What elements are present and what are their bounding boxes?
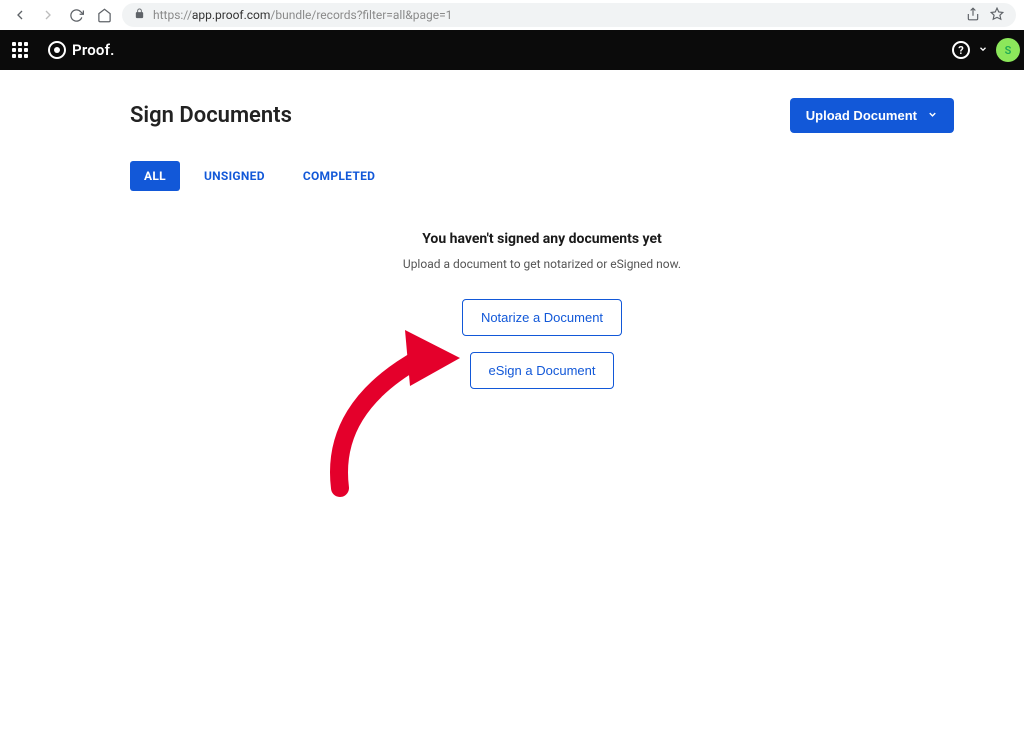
brand-logo[interactable]: Proof. bbox=[48, 41, 115, 59]
nav-buttons bbox=[8, 7, 112, 23]
reload-icon[interactable] bbox=[68, 7, 84, 23]
address-bar[interactable]: https://app.proof.com/bundle/records?fil… bbox=[122, 3, 1016, 27]
logo-mark-icon bbox=[48, 41, 66, 59]
filter-tabs: ALL UNSIGNED COMPLETED bbox=[130, 161, 954, 191]
tab-all[interactable]: ALL bbox=[130, 161, 180, 191]
notarize-document-button[interactable]: Notarize a Document bbox=[462, 299, 622, 336]
forward-icon[interactable] bbox=[40, 7, 56, 23]
avatar[interactable]: S bbox=[996, 38, 1020, 62]
star-icon[interactable] bbox=[990, 7, 1004, 24]
home-icon[interactable] bbox=[96, 7, 112, 23]
brand-name: Proof. bbox=[72, 41, 115, 59]
url-text: https://app.proof.com/bundle/records?fil… bbox=[153, 8, 452, 22]
lock-icon bbox=[134, 8, 145, 22]
browser-toolbar: https://app.proof.com/bundle/records?fil… bbox=[0, 0, 1024, 30]
help-icon[interactable]: ? bbox=[952, 41, 970, 59]
chevron-down-icon[interactable] bbox=[978, 43, 988, 57]
app-header: Proof. ? S bbox=[0, 30, 1024, 70]
upload-document-button[interactable]: Upload Document bbox=[790, 98, 954, 133]
apps-menu-icon[interactable] bbox=[10, 40, 30, 60]
empty-state-title: You haven't signed any documents yet bbox=[130, 231, 954, 247]
esign-document-button[interactable]: eSign a Document bbox=[470, 352, 615, 389]
main-content: Sign Documents Upload Document ALL UNSIG… bbox=[0, 70, 1024, 389]
chevron-down-icon bbox=[927, 109, 938, 123]
tab-completed[interactable]: COMPLETED bbox=[289, 161, 389, 191]
empty-state-subtitle: Upload a document to get notarized or eS… bbox=[130, 257, 954, 271]
upload-button-label: Upload Document bbox=[806, 108, 917, 123]
empty-state: You haven't signed any documents yet Upl… bbox=[130, 231, 954, 389]
back-icon[interactable] bbox=[12, 7, 28, 23]
page-title: Sign Documents bbox=[130, 103, 292, 128]
share-icon[interactable] bbox=[966, 7, 980, 24]
tab-unsigned[interactable]: UNSIGNED bbox=[190, 161, 279, 191]
